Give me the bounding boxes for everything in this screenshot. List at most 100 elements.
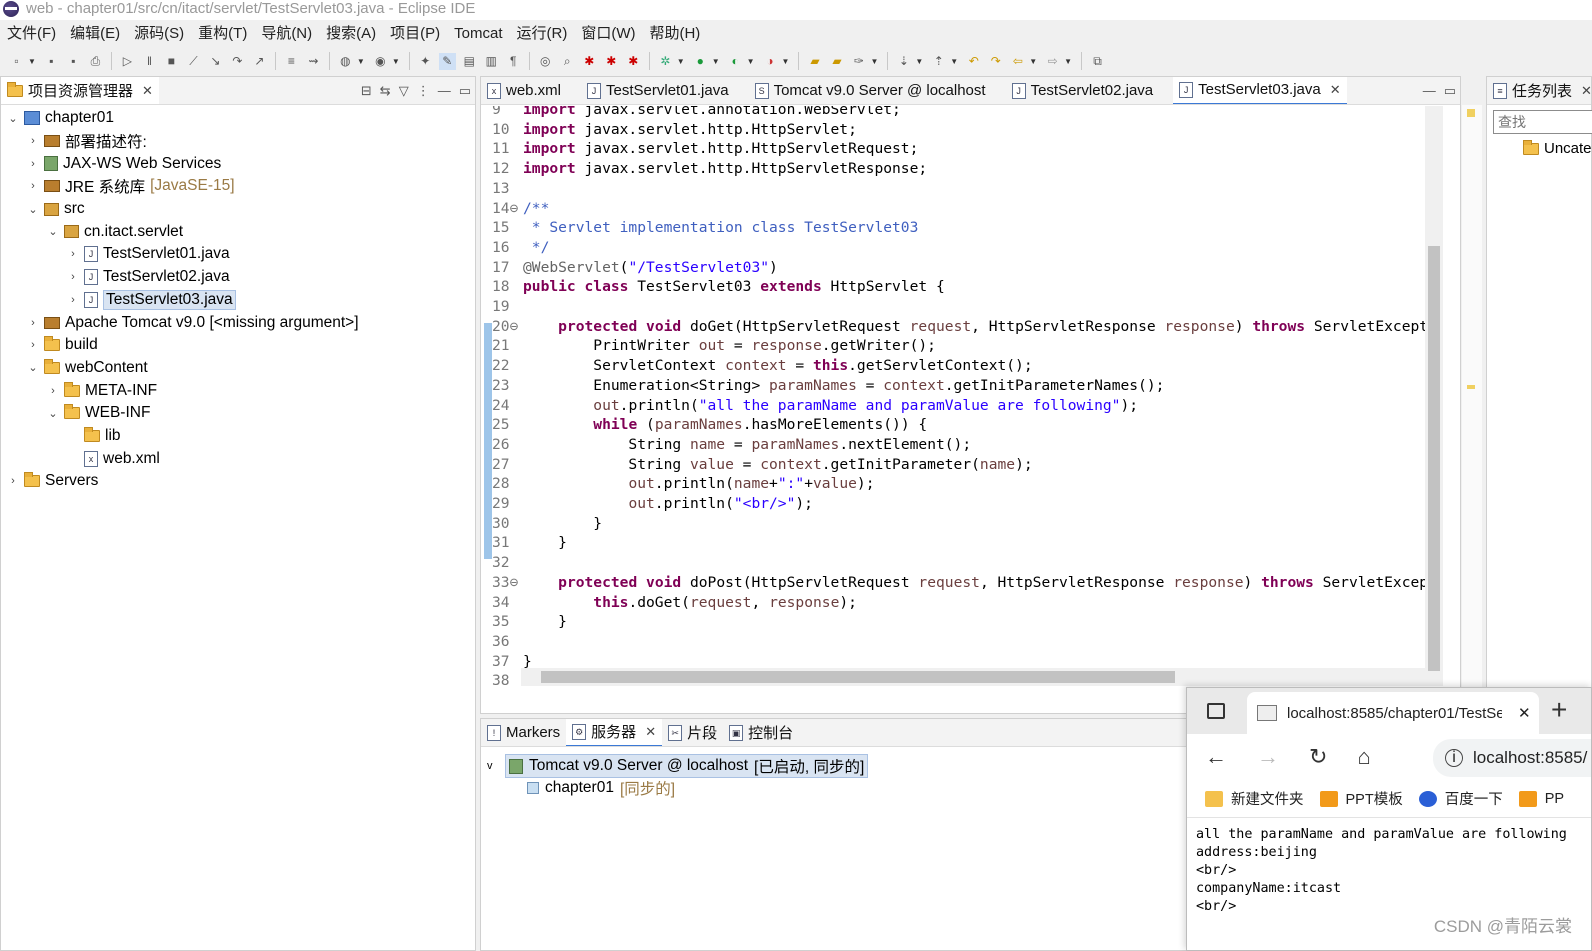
toggle-block-selection-icon[interactable]: ▤	[461, 53, 478, 70]
save-icon[interactable]: ▪	[43, 53, 60, 70]
tab-project-explorer[interactable]: 项目资源管理器 ✕	[1, 77, 159, 104]
menu-item[interactable]: 文件(F)	[7, 21, 62, 46]
tomcat-start-icon[interactable]: ✱	[581, 53, 598, 70]
web-browser-icon[interactable]: ◎	[537, 53, 554, 70]
chevron-down-icon[interactable]: ⌄	[47, 407, 59, 420]
chevron-down-icon[interactable]: ▼	[392, 57, 400, 66]
bookmark-item[interactable]: 百度一下	[1418, 788, 1503, 809]
drop-to-frame-icon[interactable]: ≡	[283, 53, 300, 70]
tab-actions-icon[interactable]	[1207, 703, 1225, 719]
disconnect-icon[interactable]: ⟋	[185, 53, 202, 70]
chevron-down-icon[interactable]: v	[487, 760, 499, 772]
toggle-mark-occurrences-icon[interactable]: ✎	[438, 52, 456, 70]
tree-item[interactable]: ⌄ cn.itact.servlet	[1, 220, 475, 243]
chevron-right-icon[interactable]: ›	[27, 135, 39, 147]
history-forward-icon[interactable]: ↷	[987, 53, 1004, 70]
menu-item[interactable]: 搜索(A)	[326, 21, 382, 46]
resume-icon[interactable]: ▷	[119, 53, 136, 70]
chevron-down-icon[interactable]: ▼	[28, 57, 36, 66]
menu-item[interactable]: 窗口(W)	[581, 21, 641, 46]
step-into-icon[interactable]: ↘	[207, 53, 224, 70]
server-selection[interactable]: Tomcat v9.0 Server @ localhost [已启动, 同步的…	[505, 754, 869, 778]
close-icon[interactable]: ✕	[1581, 83, 1591, 99]
chevron-down-icon[interactable]: ▼	[712, 57, 720, 66]
collapse-all-icon[interactable]: ⊟	[361, 83, 372, 99]
view-menu-icon[interactable]: ⋮	[417, 83, 430, 99]
maximize-icon[interactable]: ▭	[1444, 83, 1456, 99]
bookmark-item[interactable]: 新建文件夹	[1205, 788, 1304, 809]
terminate-icon[interactable]: ■	[163, 53, 180, 70]
chevron-down-icon[interactable]: ▼	[870, 57, 878, 66]
maximize-icon[interactable]: ▭	[459, 83, 471, 99]
menu-item[interactable]: 编辑(E)	[70, 21, 126, 46]
step-return-icon[interactable]: ↗	[251, 53, 268, 70]
print-icon[interactable]: ⎙	[87, 53, 104, 70]
external-tools-icon[interactable]: ◑	[762, 53, 779, 70]
chevron-right-icon[interactable]: ›	[7, 475, 19, 487]
bottom-tab[interactable]: ⚙ 服务器 ✕	[566, 719, 663, 746]
minimize-icon[interactable]: —	[1423, 83, 1436, 98]
menu-item[interactable]: 项目(P)	[390, 21, 446, 46]
chevron-down-icon[interactable]: ▼	[1029, 57, 1037, 66]
pin-icon[interactable]: ✑	[850, 53, 867, 70]
tree-item[interactable]: › Servers	[1, 470, 475, 493]
tree-item[interactable]: › JRE 系统库 [JavaSE-15]	[1, 175, 475, 198]
tree-item[interactable]: › build	[1, 334, 475, 357]
open-project-icon[interactable]: ▰	[828, 53, 845, 70]
tree-item[interactable]: › J TestServlet02.java	[1, 266, 475, 289]
chevron-down-icon[interactable]: ⌄	[27, 361, 39, 374]
tree-item[interactable]: › META-INF	[1, 379, 475, 402]
tree-item[interactable]: › Apache Tomcat v9.0 [<missing argument>]	[1, 311, 475, 334]
tab-task-list[interactable]: ≡ 任务列表 ✕	[1487, 77, 1591, 104]
task-category-item[interactable]: Uncate	[1523, 139, 1592, 157]
chevron-down-icon[interactable]: ▼	[950, 57, 958, 66]
menu-item[interactable]: 重构(T)	[198, 21, 253, 46]
chevron-right-icon[interactable]: ›	[47, 385, 59, 397]
menu-item[interactable]: 运行(R)	[517, 21, 574, 46]
editor-tab[interactable]: J TestServlet02.java	[1006, 77, 1160, 104]
close-icon[interactable]: ✕	[645, 724, 656, 740]
step-over-icon[interactable]: ↷	[229, 53, 246, 70]
chevron-down-icon[interactable]: ▼	[357, 57, 365, 66]
last-edit-icon[interactable]: ↶	[965, 53, 982, 70]
scrollbar-thumb[interactable]	[1428, 246, 1440, 671]
minimize-icon[interactable]: —	[438, 83, 451, 98]
tree-item[interactable]: › J TestServlet01.java	[1, 243, 475, 266]
scrollbar-thumb[interactable]	[541, 671, 1175, 683]
close-icon[interactable]: ✕	[1330, 82, 1341, 98]
home-icon[interactable]: ⌂	[1357, 744, 1370, 770]
chevron-right-icon[interactable]: ›	[67, 271, 79, 283]
link-with-editor-icon[interactable]: ⇆	[380, 83, 391, 99]
chevron-down-icon[interactable]: ⌄	[27, 203, 39, 216]
chevron-down-icon[interactable]: ▼	[782, 57, 790, 66]
previous-annotation-icon[interactable]: ⇡	[930, 53, 947, 70]
chevron-down-icon[interactable]: ⌄	[7, 112, 19, 125]
chevron-right-icon[interactable]: ›	[67, 248, 79, 260]
chevron-right-icon[interactable]: ›	[27, 317, 39, 329]
chevron-right-icon[interactable]: ›	[27, 339, 39, 351]
back-icon[interactable]: ⇦	[1009, 53, 1026, 70]
chevron-down-icon[interactable]: ⌄	[47, 225, 59, 238]
chevron-down-icon[interactable]: ▼	[915, 57, 923, 66]
bottom-tab[interactable]: ▣ 控制台	[723, 719, 799, 746]
chevron-down-icon[interactable]: ▼	[1064, 57, 1072, 66]
tree-item[interactable]: lib	[1, 425, 475, 448]
new-icon[interactable]: ▫	[8, 53, 25, 70]
bottom-tab[interactable]: ! Markers	[481, 719, 566, 746]
code-editor[interactable]: 9 import javax.servlet.annotation.WebServ…	[481, 106, 1443, 686]
vertical-scrollbar[interactable]	[1425, 106, 1443, 686]
close-icon[interactable]: ✕	[1518, 704, 1531, 722]
editor-tab[interactable]: J TestServlet03.java ✕	[1173, 77, 1347, 104]
new-server-icon[interactable]: ◍	[337, 53, 354, 70]
bottom-tab[interactable]: ✂ 片段	[662, 719, 723, 746]
show-whitespace-icon[interactable]: ¶	[505, 53, 522, 70]
chevron-right-icon[interactable]: ›	[67, 294, 79, 306]
tomcat-restart-icon[interactable]: ✱	[625, 53, 642, 70]
server-row[interactable]: v Tomcat v9.0 Server @ localhost [已启动, 同…	[487, 754, 869, 778]
tomcat-stop-icon[interactable]: ✱	[603, 53, 620, 70]
bookmark-item[interactable]: PPT模板	[1319, 788, 1403, 809]
chevron-down-icon[interactable]: ▼	[677, 57, 685, 66]
new-class-icon[interactable]: ◉	[372, 53, 389, 70]
suspend-icon[interactable]: ‖	[141, 53, 158, 70]
address-bar[interactable]: i localhost:8585/	[1433, 739, 1591, 777]
